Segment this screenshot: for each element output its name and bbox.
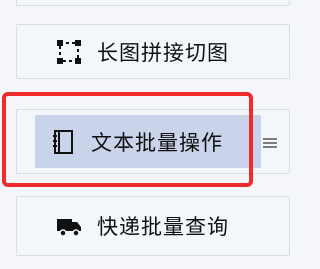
menu-item-label: 长图拼接切图 <box>97 40 229 65</box>
menu-item-label: 快递批量查询 <box>97 215 229 239</box>
menu-item-long-image-stitch[interactable]: 长图拼接切图 <box>16 24 290 79</box>
highlight-box <box>2 92 253 187</box>
menu-item-partial[interactable] <box>16 0 290 6</box>
crop-frame-icon <box>55 38 83 66</box>
menu-item-express-batch[interactable]: 快递批量查询 <box>16 196 290 256</box>
drag-handle-icon[interactable] <box>262 136 278 150</box>
truck-icon <box>55 212 83 240</box>
